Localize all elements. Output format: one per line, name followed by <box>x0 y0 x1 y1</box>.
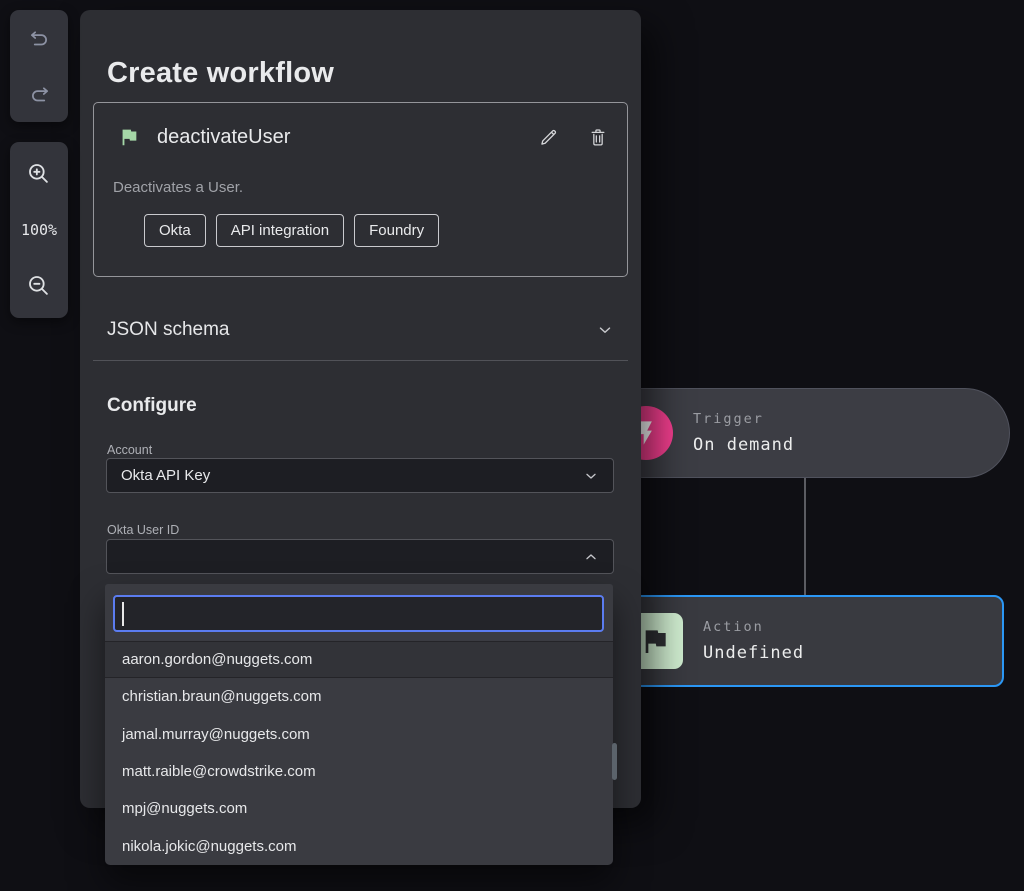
section-divider <box>93 360 628 361</box>
action-kind-label: Action <box>703 619 764 635</box>
pencil-icon <box>538 127 559 148</box>
workflow-summary-card: deactivateUser Deactivates a User. Okta … <box>93 102 628 277</box>
okta-user-id-select[interactable] <box>106 539 614 574</box>
okta-user-id-label: Okta User ID <box>107 523 180 537</box>
tag-foundry[interactable]: Foundry <box>354 214 440 247</box>
trigger-value-label: On demand <box>693 435 795 455</box>
workflow-description: Deactivates a User. <box>113 179 244 196</box>
card-header: deactivateUser <box>118 125 611 149</box>
history-toolbar <box>10 10 68 122</box>
json-schema-label: JSON schema <box>107 319 230 340</box>
delete-button[interactable] <box>585 124 611 150</box>
page-title: Create workflow <box>107 57 334 89</box>
zoom-in-button[interactable] <box>18 154 60 194</box>
chevron-down-icon <box>583 468 599 484</box>
node-connector-line <box>804 478 806 595</box>
flag-icon <box>118 126 140 148</box>
tag-okta[interactable]: Okta <box>144 214 206 247</box>
redo-icon <box>28 83 51 106</box>
user-id-dropdown: aaron.gordon@nuggets.com christian.braun@… <box>105 584 613 865</box>
undo-button[interactable] <box>18 18 60 58</box>
trigger-kind-label: Trigger <box>693 411 764 427</box>
trash-icon <box>588 127 608 147</box>
flag-icon <box>639 625 671 657</box>
account-select[interactable]: Okta API Key <box>106 458 614 493</box>
configure-heading: Configure <box>107 395 197 416</box>
dropdown-options: aaron.gordon@nuggets.com christian.braun@… <box>105 641 613 865</box>
account-label: Account <box>107 443 153 457</box>
action-text: Action Undefined <box>703 619 804 663</box>
undo-icon <box>28 27 51 50</box>
workflow-canvas: Trigger On demand Action Undefined 100% … <box>0 0 1024 891</box>
redo-button[interactable] <box>18 74 60 114</box>
tag-list: Okta API integration Foundry <box>144 214 440 247</box>
edit-button[interactable] <box>535 124 561 150</box>
workflow-name: deactivateUser <box>157 125 291 148</box>
chevron-down-icon <box>596 321 614 339</box>
text-cursor <box>122 602 124 626</box>
trigger-text: Trigger On demand <box>693 411 794 455</box>
action-node[interactable]: Action Undefined <box>598 595 1004 687</box>
tag-api-integration[interactable]: API integration <box>215 214 345 247</box>
zoom-out-button[interactable] <box>18 266 60 306</box>
list-item[interactable]: jamal.murray@nuggets.com <box>105 716 613 753</box>
action-value-label: Undefined <box>703 643 805 663</box>
scrollbar-thumb[interactable] <box>612 743 617 780</box>
account-select-value: Okta API Key <box>121 467 211 484</box>
list-item[interactable]: mpj@nuggets.com <box>105 790 613 827</box>
zoom-toolbar: 100% <box>10 142 68 318</box>
zoom-out-icon <box>26 273 52 299</box>
list-item[interactable]: aaron.gordon@nuggets.com <box>105 641 613 679</box>
zoom-in-icon <box>26 161 52 187</box>
list-item[interactable]: nikola.jokic@nuggets.com <box>105 827 613 864</box>
json-schema-toggle[interactable]: JSON schema <box>107 317 614 343</box>
trigger-node[interactable]: Trigger On demand <box>598 388 1010 478</box>
list-item[interactable]: christian.braun@nuggets.com <box>105 678 613 715</box>
list-item[interactable]: matt.raible@crowdstrike.com <box>105 753 613 790</box>
dropdown-search-input[interactable] <box>113 595 604 632</box>
zoom-level-label: 100% <box>20 221 58 239</box>
chevron-up-icon <box>583 549 599 565</box>
